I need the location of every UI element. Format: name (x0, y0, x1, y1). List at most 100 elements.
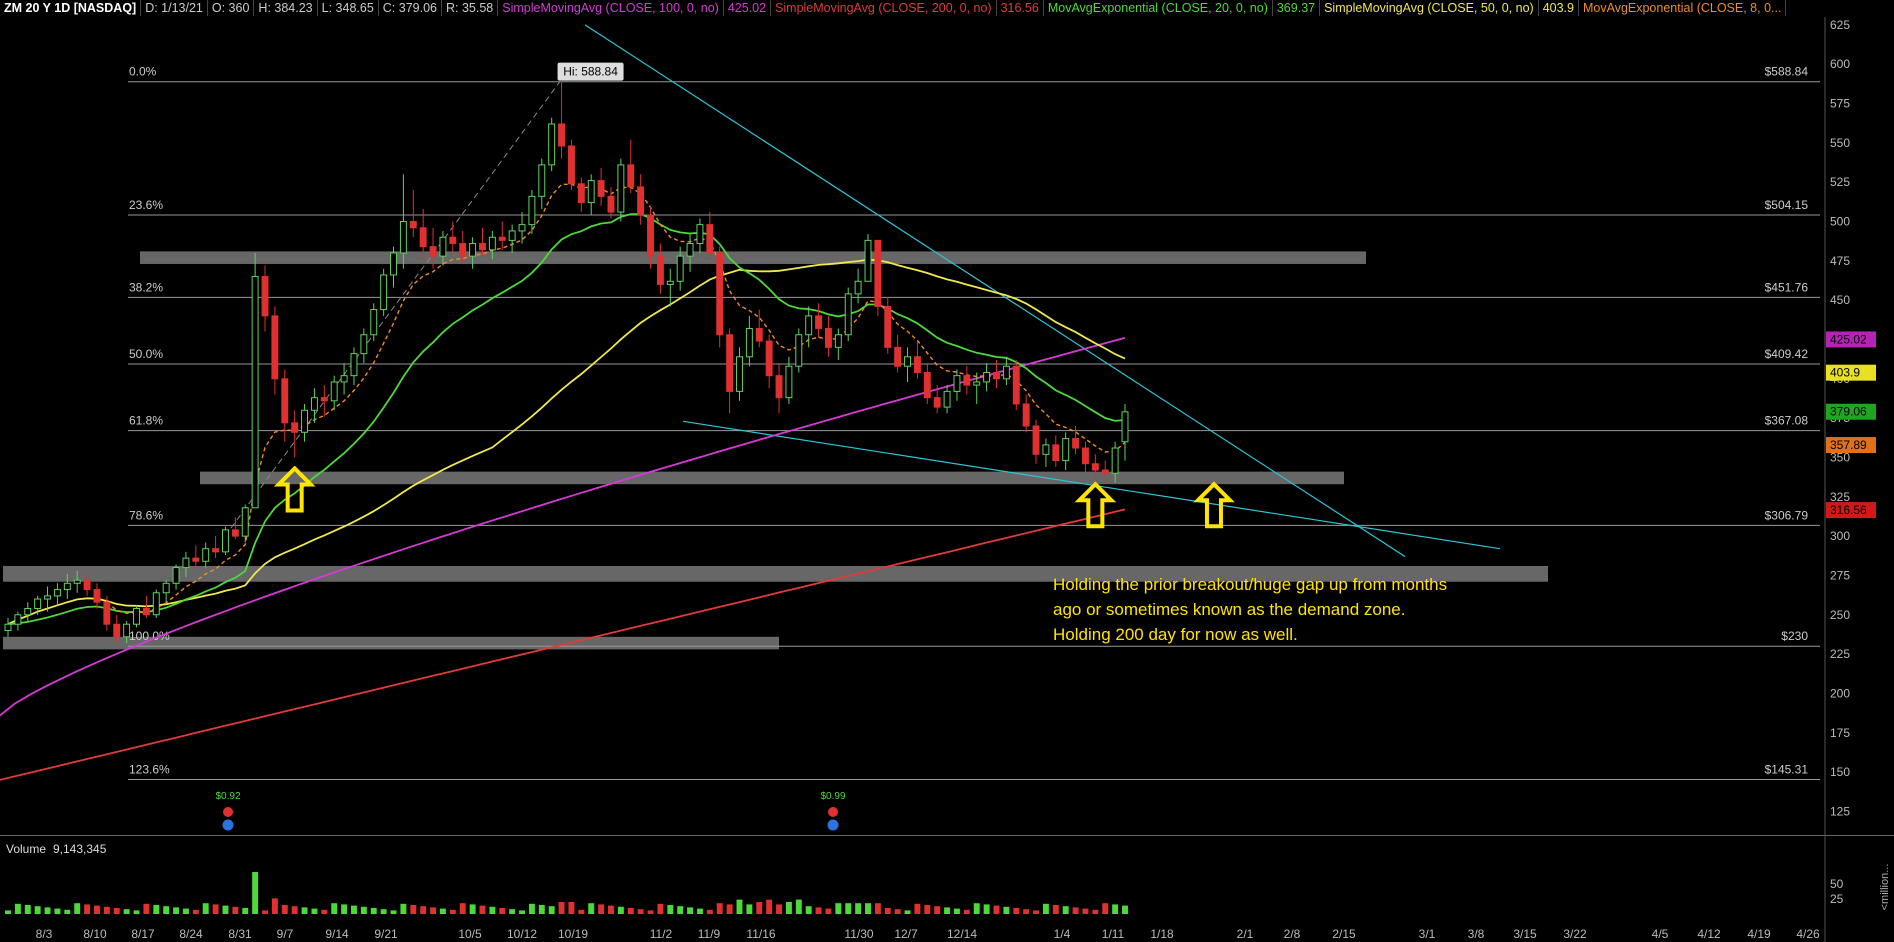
x-tick-label: 4/5 (1652, 927, 1669, 941)
volume-bar (439, 908, 446, 914)
annotation-text: ago or sometimes known as the demand zon… (1053, 600, 1405, 619)
candle-body (696, 224, 704, 245)
volume-bar (953, 908, 960, 914)
volume-bar (687, 907, 694, 914)
annotation-text: Holding the prior breakout/huge gap up f… (1053, 575, 1447, 594)
close-value: C: 379.06 (379, 0, 442, 16)
volume-bar (222, 905, 229, 914)
candle (508, 224, 516, 253)
study-label[interactable]: SimpleMovingAvg (CLOSE, 100, 0, no) (498, 0, 724, 16)
volume-bar (301, 907, 308, 914)
y-tick-label: 500 (1830, 215, 1850, 229)
volume-bar (449, 909, 456, 914)
volume-bar (914, 903, 921, 914)
candle (706, 212, 714, 260)
candle-body (73, 579, 81, 584)
candle-body (439, 236, 447, 257)
candle (360, 328, 368, 364)
candle (844, 287, 852, 342)
x-tick-label: 2/8 (1284, 927, 1301, 941)
study-label[interactable]: MovAvgExponential (CLOSE, 8, 0... (1579, 0, 1787, 16)
candle (587, 174, 595, 216)
x-tick-label: 11/16 (746, 927, 775, 941)
studies-list: SimpleMovingAvg (CLOSE, 100, 0, no) 425.0… (498, 0, 1787, 16)
candle (330, 375, 338, 411)
open-value: O: 360 (208, 0, 255, 16)
volume-bar (963, 909, 970, 914)
candle-body (360, 334, 368, 355)
dividend-label: $0.99 (820, 791, 845, 802)
x-tick-label: 4/12 (1697, 927, 1721, 941)
volume-bar (14, 903, 21, 914)
candle (14, 611, 22, 631)
candle-body (182, 557, 190, 569)
candle (370, 303, 378, 342)
candle (291, 410, 299, 458)
volume-bar (271, 898, 278, 914)
candle-body (53, 589, 61, 597)
y-tick-label: 475 (1830, 254, 1850, 268)
volume-bar (835, 903, 842, 914)
candle (795, 328, 803, 373)
candle (1052, 435, 1060, 467)
volume-bar (627, 908, 634, 914)
x-tick-label: 11/9 (698, 927, 721, 941)
candle-body (1052, 444, 1060, 462)
fib-price-label: $367.08 (1765, 414, 1809, 428)
study-label[interactable]: SimpleMovingAvg (CLOSE, 200, 0, no) (771, 0, 997, 16)
candle (656, 243, 664, 294)
candle-body (775, 375, 783, 399)
volume-bar (637, 909, 644, 914)
volume-bar (133, 910, 140, 914)
candle-body (1002, 365, 1010, 380)
volume-bar (865, 903, 871, 914)
candle (913, 341, 921, 379)
study-label[interactable]: SimpleMovingAvg (CLOSE, 50, 0, no) (1320, 0, 1539, 16)
y-tick-label: 600 (1830, 57, 1850, 71)
low-value: L: 348.65 (318, 0, 379, 16)
volume-bar (380, 909, 387, 914)
volume-bar (400, 903, 407, 914)
candle (1042, 438, 1050, 467)
candle-body (133, 607, 140, 625)
candle (1032, 419, 1040, 464)
volume-chart[interactable]: Volume 9,143,345 2550 <million... 8/3 8/10 8/1… (0, 835, 1894, 942)
candle-body (528, 195, 536, 226)
candle (162, 580, 170, 603)
volume-bar (44, 907, 51, 914)
study-label[interactable]: MovAvgExponential (CLOSE, 20, 0, no) (1044, 0, 1273, 16)
fib-level-label: 123.6% (129, 762, 170, 776)
candle-body (983, 372, 991, 383)
volume-bar (1112, 904, 1119, 914)
candle-body (4, 623, 12, 632)
candle-body (222, 529, 229, 553)
candle-body (113, 623, 121, 638)
candle (192, 545, 200, 568)
candle (558, 81, 566, 159)
demand-zone (3, 636, 779, 650)
volume-bar (74, 903, 81, 914)
volume-bar (608, 905, 614, 914)
candle-body (637, 186, 645, 216)
volume-bar (1122, 905, 1128, 914)
candle (271, 306, 279, 395)
x-tick-label: 10/5 (458, 927, 482, 941)
price-badge-label: 379.06 (1830, 405, 1867, 419)
candle (172, 564, 180, 590)
volume-bar (262, 910, 268, 914)
symbol-label[interactable]: ZM 20 Y 1D [NASDAQ] (0, 0, 142, 16)
candle (4, 617, 12, 637)
volume-bar (993, 905, 1000, 914)
volume-bar (746, 904, 753, 914)
volume-bar (84, 904, 91, 914)
volume-bar (1042, 903, 1049, 914)
candle-body (419, 227, 427, 248)
price-chart[interactable]: 1251501752002252502753003253503754004254… (0, 17, 1894, 835)
volume-bar (973, 903, 980, 914)
candle-body (172, 567, 180, 584)
candle-body (765, 340, 773, 377)
volume-bar (795, 899, 802, 914)
y-tick-label: 300 (1830, 529, 1850, 543)
candle (953, 369, 961, 401)
candle-body (844, 293, 852, 336)
